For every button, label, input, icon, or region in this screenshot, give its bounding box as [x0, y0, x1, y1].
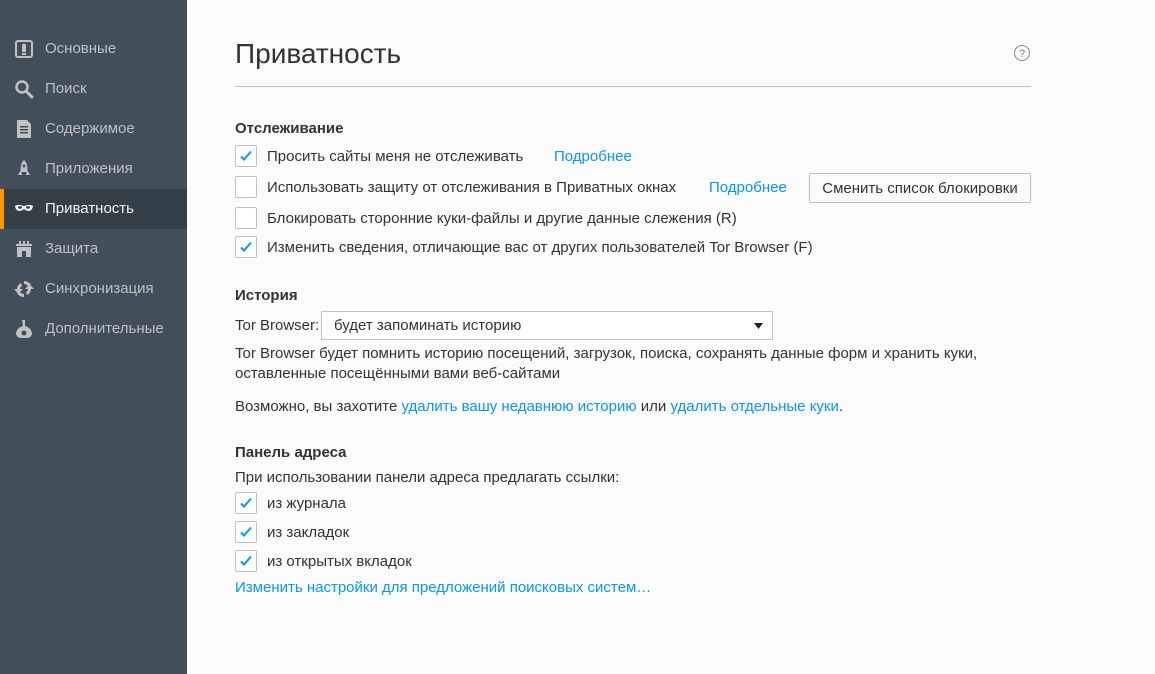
- history-section-title: История: [235, 287, 298, 304]
- dropdown-arrow-icon: [754, 323, 763, 329]
- maybe-prefix: Возможно, вы захотите: [235, 398, 402, 415]
- sidebar-item-applications[interactable]: Приложения: [0, 149, 187, 189]
- sidebar-item-label: Приватность: [45, 200, 134, 217]
- suggest-history-label: из журнала: [267, 495, 347, 512]
- sidebar-item-label: Синхронизация: [45, 280, 154, 297]
- help-icon[interactable]: ?: [1014, 45, 1030, 61]
- sidebar: Основные Поиск Содержимое Приложения При…: [0, 0, 187, 674]
- do-not-track-learn-more-link[interactable]: Подробнее: [554, 147, 632, 167]
- sidebar-item-sync[interactable]: Синхронизация: [0, 269, 187, 309]
- advanced-icon: [13, 319, 35, 339]
- sidebar-item-label: Содержимое: [45, 120, 135, 137]
- history-select-label: Tor Browser:: [235, 317, 320, 334]
- check-icon: [240, 526, 252, 537]
- change-blocklist-button[interactable]: Сменить список блокировки: [809, 173, 1031, 203]
- search-suggestions-settings-link[interactable]: Изменить настройки для предложений поиск…: [235, 578, 651, 598]
- block-cookies-row: Блокировать сторонние куки-файлы и други…: [235, 207, 795, 231]
- history-description-line2: оставленные посещёнными вами веб-сайтами: [235, 365, 561, 382]
- block-cookies-checkbox[interactable]: [235, 207, 257, 229]
- history-mode-select[interactable]: будет запоминать историю: [321, 311, 773, 340]
- sidebar-item-label: Основные: [45, 40, 117, 57]
- check-icon: [240, 241, 252, 252]
- or-text: или: [636, 398, 671, 415]
- suggest-bookmarks-label: из закладок: [267, 524, 350, 541]
- check-icon: [240, 150, 252, 161]
- history-description-line1: Tor Browser будет помнить историю посеще…: [235, 345, 978, 362]
- address-bar-section-title: Панель адреса: [235, 444, 347, 461]
- sidebar-item-security[interactable]: Защита: [0, 229, 187, 269]
- history-select-value: будет запоминать историю: [334, 317, 522, 334]
- sidebar-item-label: Защита: [45, 240, 99, 257]
- header-divider: [235, 86, 1031, 87]
- general-icon: [13, 39, 35, 59]
- suggest-open-tabs-checkbox[interactable]: [235, 550, 257, 572]
- tracking-protection-row: Использовать защиту от отслеживания в Пр…: [235, 176, 705, 200]
- check-icon: [240, 497, 252, 508]
- sidebar-item-label: Приложения: [45, 160, 133, 177]
- tracking-protection-label: Использовать защиту от отслеживания в Пр…: [267, 179, 677, 196]
- suggest-bookmarks-checkbox[interactable]: [235, 521, 257, 543]
- sidebar-item-label: Дополнительные: [45, 320, 164, 337]
- change-details-checkbox[interactable]: [235, 236, 257, 258]
- sidebar-item-general[interactable]: Основные: [0, 29, 187, 69]
- sync-icon: [13, 279, 35, 299]
- search-icon: [13, 79, 35, 99]
- suggest-open-tabs-row: из открытых вкладок: [235, 550, 455, 574]
- privacy-mask-icon: [13, 199, 35, 219]
- clear-recent-history-link[interactable]: удалить вашу недавнюю историю: [401, 398, 636, 415]
- tracking-section-title: Отслеживание: [235, 120, 344, 137]
- sidebar-item-label: Поиск: [45, 80, 87, 97]
- suggest-bookmarks-row: из закладок: [235, 521, 435, 545]
- change-details-label: Изменить сведения, отличающие вас от дру…: [267, 239, 813, 256]
- tracking-protection-learn-more-link[interactable]: Подробнее: [709, 178, 787, 198]
- do-not-track-row: Просить сайты меня не отслеживать: [235, 145, 735, 169]
- clear-history-sentence: Возможно, вы захотите удалить вашу недав…: [235, 397, 843, 417]
- suggest-open-tabs-label: из открытых вкладок: [267, 553, 412, 570]
- sidebar-item-content[interactable]: Содержимое: [0, 109, 187, 149]
- block-cookies-label: Блокировать сторонние куки-файлы и други…: [267, 210, 737, 227]
- sidebar-item-privacy[interactable]: Приватность: [0, 189, 187, 229]
- page-title: Приватность: [235, 38, 402, 69]
- period-text: .: [838, 398, 844, 415]
- address-bar-intro: При использовании панели адреса предлага…: [235, 469, 620, 486]
- suggest-history-row: из журнала: [235, 492, 435, 516]
- applications-icon: [13, 159, 35, 179]
- check-icon: [240, 555, 252, 566]
- security-icon: [13, 239, 35, 259]
- remove-individual-cookies-link[interactable]: удалить отдельные куки: [670, 398, 838, 415]
- change-details-row: Изменить сведения, отличающие вас от дру…: [235, 236, 835, 260]
- tracking-protection-checkbox[interactable]: [235, 176, 257, 198]
- do-not-track-checkbox[interactable]: [235, 145, 257, 167]
- content-icon: [13, 119, 35, 139]
- sidebar-item-advanced[interactable]: Дополнительные: [0, 309, 187, 349]
- do-not-track-label: Просить сайты меня не отслеживать: [267, 148, 524, 165]
- sidebar-item-search[interactable]: Поиск: [0, 69, 187, 109]
- suggest-history-checkbox[interactable]: [235, 492, 257, 514]
